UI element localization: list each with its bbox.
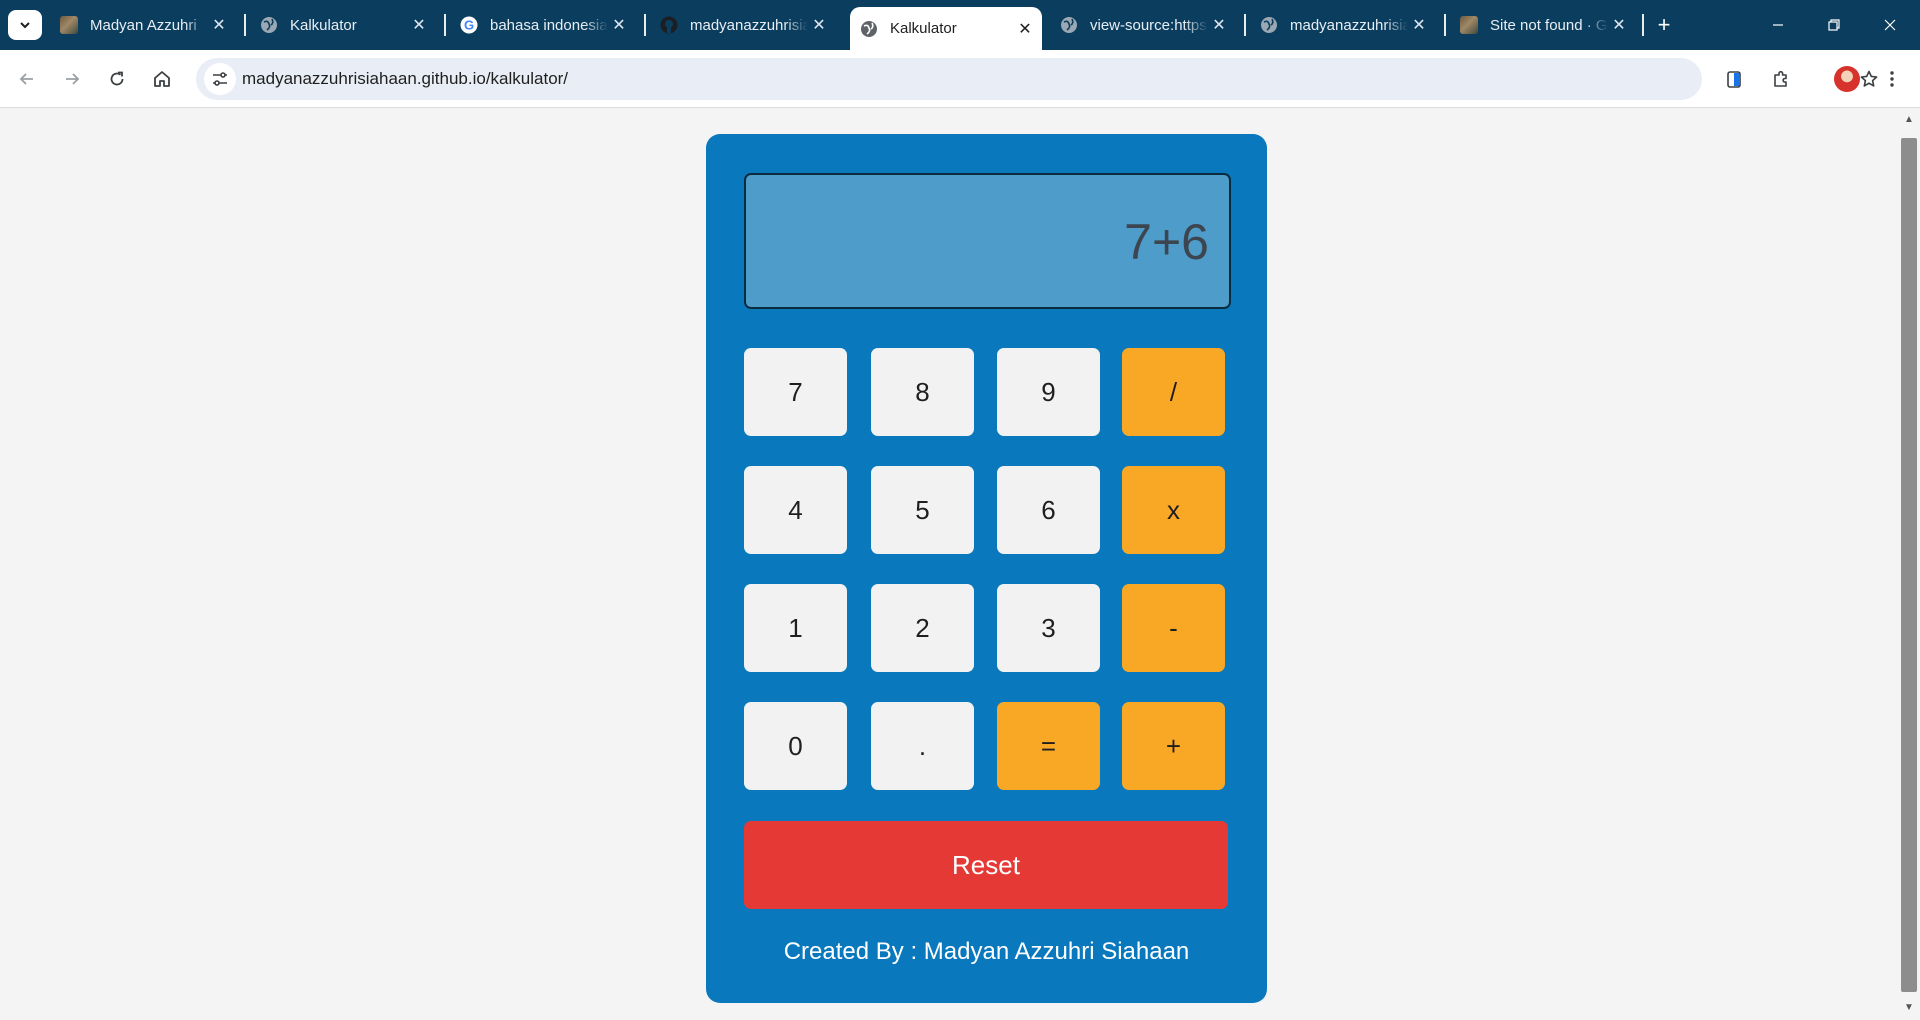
close-icon[interactable]: ✕ (208, 15, 230, 35)
tab-separator (1244, 14, 1246, 36)
site-info-button[interactable] (204, 63, 236, 95)
home-icon (154, 71, 170, 87)
forward-button[interactable] (55, 62, 89, 96)
key-8[interactable]: 8 (871, 348, 974, 436)
tab-separator (244, 14, 246, 36)
globe-icon (261, 17, 277, 33)
close-window-button[interactable] (1862, 0, 1918, 50)
tab-title: madyanazzuhrisiahaan (1290, 16, 1408, 34)
key-9[interactable]: 9 (997, 348, 1100, 436)
tab-title: Kalkulator (290, 16, 357, 34)
close-window-icon (1884, 19, 1896, 31)
url-text[interactable]: madyanazzuhrisiahaan.github.io/kalkulato… (242, 69, 568, 89)
tab-madyanazzuhrisiahaan[interactable]: madyanazzuhrisiahaan ✕ (1250, 8, 1436, 42)
scroll-up-arrow-icon[interactable]: ▲ (1901, 114, 1917, 128)
profile-avatar[interactable] (1834, 66, 1860, 92)
minimize-button[interactable] (1750, 0, 1806, 50)
restore-icon (1828, 19, 1840, 31)
tab-title: Site not found · GitHub (1490, 16, 1608, 34)
new-tab-button[interactable]: + (1652, 10, 1676, 40)
scroll-down-arrow-icon[interactable]: ▼ (1901, 1002, 1917, 1016)
tab-kalkulator[interactable]: Kalkulator ✕ (250, 8, 436, 42)
reading-mode-button[interactable] (1717, 62, 1751, 96)
close-icon[interactable]: ✕ (1408, 15, 1430, 35)
key-2[interactable]: 2 (871, 584, 974, 672)
tab-separator (1444, 14, 1446, 36)
tab-title: Madyan Azzuhri (90, 16, 197, 34)
tab-separator (444, 14, 446, 36)
tab-google-search[interactable]: G bahasa indonesia ✕ (450, 8, 636, 42)
github-icon (660, 16, 678, 34)
tab-search-button[interactable] (8, 10, 42, 40)
key-3[interactable]: 3 (997, 584, 1100, 672)
key-equals[interactable]: = (997, 702, 1100, 790)
tab-separator (644, 14, 646, 36)
puzzle-icon (1774, 70, 1787, 87)
google-icon: G (460, 16, 478, 34)
tab-github-repo[interactable]: madyanazzuhrisiahaan ✕ (650, 8, 836, 42)
tab-site-not-found[interactable]: Site not found · GitHub ✕ (1450, 8, 1636, 42)
close-icon[interactable]: ✕ (408, 15, 430, 35)
photo-favicon-icon (60, 16, 78, 34)
restore-button[interactable] (1806, 0, 1862, 50)
svg-text:G: G (464, 18, 474, 33)
reload-icon (110, 71, 124, 86)
chevron-down-icon (20, 22, 30, 29)
key-add[interactable]: + (1122, 702, 1225, 790)
tab-title: bahasa indonesia (490, 16, 608, 34)
key-7[interactable]: 7 (744, 348, 847, 436)
key-4[interactable]: 4 (744, 466, 847, 554)
tab-madyan-azzuhri[interactable]: Madyan Azzuhri ✕ (50, 8, 236, 42)
reload-button[interactable] (100, 62, 134, 96)
globe-icon (1061, 17, 1077, 33)
extensions-button[interactable] (1764, 62, 1798, 96)
tab-strip: Madyan Azzuhri ✕ Kalkulator ✕ G bahasa i… (0, 0, 1920, 50)
key-decimal[interactable]: . (871, 702, 974, 790)
key-subtract[interactable]: - (1122, 584, 1225, 672)
minimize-icon (1773, 24, 1783, 26)
close-icon[interactable]: ✕ (1208, 15, 1230, 35)
globe-icon (1261, 17, 1277, 33)
more-vertical-icon (1890, 71, 1894, 87)
credit-text: Created By : Madyan Azzuhri Siahaan (783, 938, 1190, 965)
key-0[interactable]: 0 (744, 702, 847, 790)
close-icon[interactable]: ✕ (1608, 15, 1630, 35)
forward-arrow-icon (66, 73, 80, 85)
tab-separator (1642, 14, 1644, 36)
key-multiply[interactable]: x (1122, 466, 1225, 554)
key-6[interactable]: 6 (997, 466, 1100, 554)
tab-title: view-source:https (1090, 16, 1207, 34)
reset-button[interactable]: Reset (744, 821, 1228, 909)
key-divide[interactable]: / (1122, 348, 1225, 436)
key-5[interactable]: 5 (871, 466, 974, 554)
tab-title: madyanazzuhrisiahaan (690, 16, 808, 34)
side-panel-icon (1727, 71, 1741, 88)
tab-kalkulator-active[interactable]: Kalkulator ✕ (850, 7, 1042, 50)
site-settings-icon (213, 72, 227, 86)
tab-title: Kalkulator (890, 20, 957, 37)
calculator: 7+6 7 8 9 / 4 5 6 x 1 2 3 - 0 . = + Rese… (706, 134, 1267, 1003)
display-value: 7+6 (1124, 214, 1209, 270)
calculator-display: 7+6 (744, 173, 1231, 309)
globe-icon (861, 20, 877, 37)
back-button[interactable] (10, 62, 44, 96)
close-icon[interactable]: ✕ (808, 15, 830, 35)
scrollbar-thumb[interactable] (1901, 138, 1917, 992)
address-bar[interactable]: madyanazzuhrisiahaan.github.io/kalkulato… (196, 58, 1878, 100)
home-button[interactable] (145, 62, 179, 96)
browser-toolbar: madyanazzuhrisiahaan.github.io/kalkulato… (0, 50, 1920, 108)
close-icon[interactable]: ✕ (1014, 19, 1036, 39)
close-icon[interactable]: ✕ (608, 15, 630, 35)
menu-button[interactable] (1875, 62, 1909, 96)
tab-view-source[interactable]: view-source:https ✕ (1050, 8, 1236, 42)
back-arrow-icon (19, 73, 33, 85)
key-1[interactable]: 1 (744, 584, 847, 672)
photo-favicon-icon (1460, 16, 1478, 34)
